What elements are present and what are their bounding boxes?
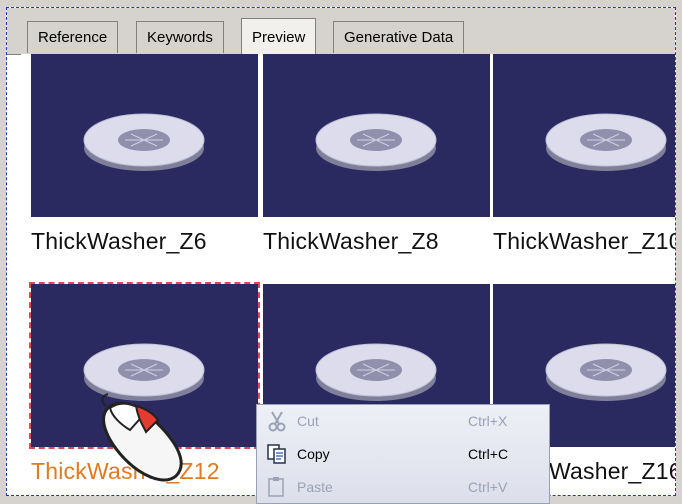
washer-image xyxy=(315,113,437,171)
preview-caption: ThickWasher_Z10 xyxy=(493,228,676,254)
copy-icon xyxy=(267,444,286,464)
menu-shortcut: Ctrl+C xyxy=(468,446,509,462)
menu-shortcut: Ctrl+V xyxy=(468,479,508,495)
washer-image xyxy=(545,113,667,171)
washer-thumbnail[interactable] xyxy=(263,54,490,217)
tab-bar: Reference Keywords Preview Generative Da… xyxy=(7,8,675,55)
mouse-icon xyxy=(101,393,183,482)
tab-preview[interactable]: Preview xyxy=(241,18,317,55)
menu-item-label: Paste xyxy=(297,479,333,495)
preview-caption: ThickWasher_Z6 xyxy=(31,228,207,254)
menu-item-label: Cut xyxy=(297,413,319,429)
paste-icon xyxy=(268,477,284,497)
washer-thumbnail[interactable] xyxy=(31,54,258,217)
menu-shortcut: Ctrl+X xyxy=(468,413,508,429)
tab-reference[interactable]: Reference xyxy=(27,21,119,53)
context-menu: Cut Ctrl+X Copy Ctrl+C Paste Ctrl+V xyxy=(256,404,550,504)
menu-item-label: Copy xyxy=(297,446,330,462)
menu-item-cut[interactable]: Cut Ctrl+X xyxy=(257,405,549,437)
washer-image xyxy=(83,113,205,171)
cut-icon xyxy=(268,411,286,432)
menu-item-paste[interactable]: Paste Ctrl+V xyxy=(257,471,549,503)
tab-keywords[interactable]: Keywords xyxy=(136,21,224,53)
menu-item-copy[interactable]: Copy Ctrl+C xyxy=(257,438,549,470)
washer-thumbnail[interactable] xyxy=(493,54,675,217)
preview-caption: ThickWasher_Z8 xyxy=(263,228,439,254)
tab-generative-data[interactable]: Generative Data xyxy=(333,21,465,53)
